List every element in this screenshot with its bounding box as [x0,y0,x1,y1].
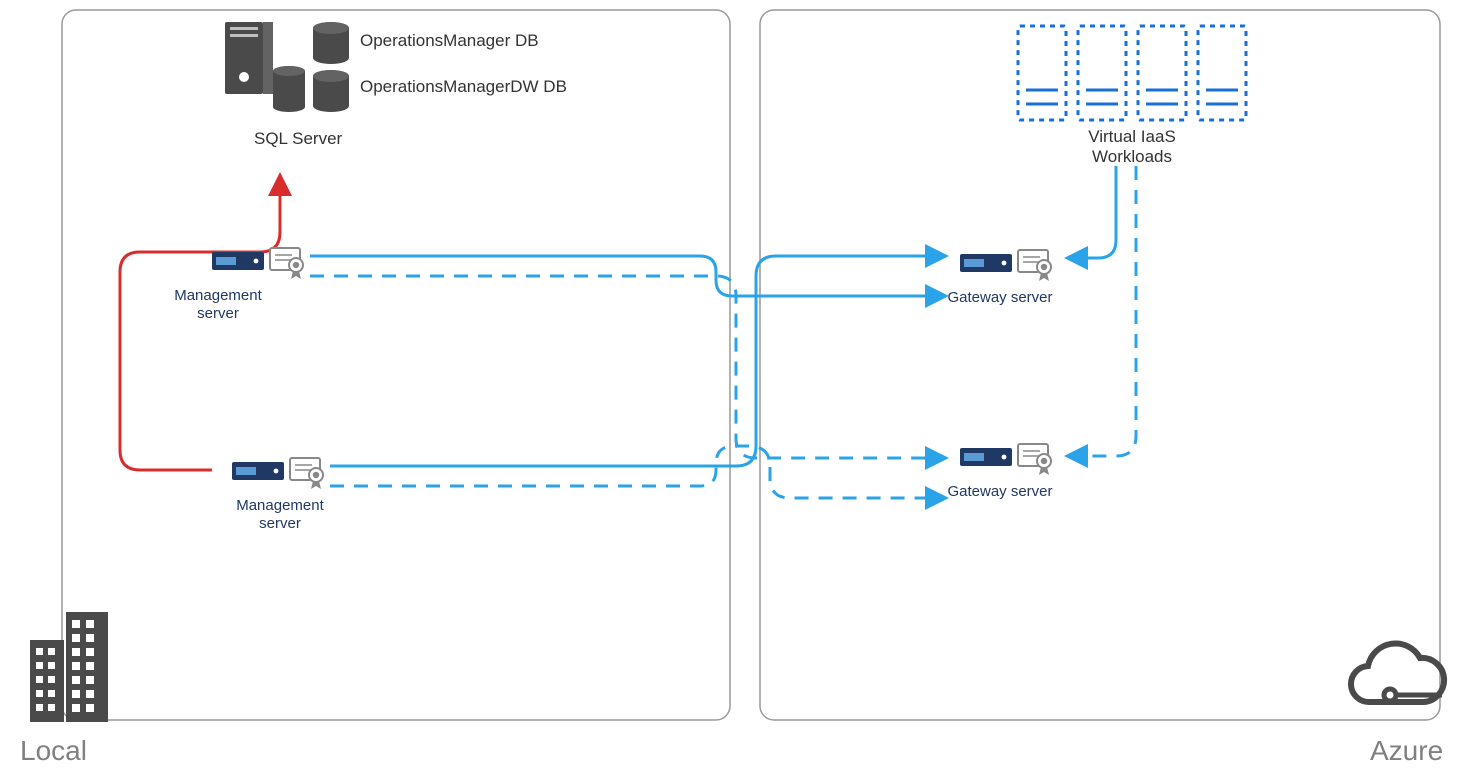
database-bottom-icon [313,70,349,112]
mgmt2-to-gw1 [330,256,945,466]
mgmt2-to-gw2 [330,446,945,498]
sql-server-group [225,22,349,112]
mgmt-server-2 [232,458,323,489]
gw1-label: Gateway server [947,289,1052,306]
rack-server-icon [225,22,273,94]
mgmt1-label-l2: server [197,305,239,322]
mgmt1-label-l1: Management [174,287,262,304]
db2-label: OperationsManagerDW DB [360,77,567,96]
mgmt-server-1 [212,248,303,279]
virtual-workloads [1018,26,1246,120]
database-top-icon [313,22,349,64]
workloads-label-l1: Virtual IaaS [1088,127,1176,146]
mgmt2-label-l2: server [259,515,301,532]
workloads-label-l2: Workloads [1092,147,1172,166]
azure-boundary [760,10,1440,720]
local-env-label: Local [20,735,87,766]
sql-server-label: SQL Server [254,129,343,148]
architecture-diagram: Local Azure [0,0,1468,783]
workloads-to-gw1 [1068,166,1116,258]
building-icon [30,612,108,722]
mgmt1-to-gw2 [310,276,945,458]
database-left-icon [273,66,305,112]
local-boundary [62,10,730,720]
cloud-icon [1351,643,1444,702]
workloads-to-gw2 [1068,166,1136,456]
azure-env-label: Azure [1370,735,1443,766]
db1-label: OperationsManager DB [360,31,539,50]
gateway-server-1 [960,250,1051,281]
mgmt-to-sql-flow [120,176,280,470]
mgmt2-label-l1: Management [236,497,324,514]
gw2-label: Gateway server [947,483,1052,500]
gateway-server-2 [960,444,1051,475]
